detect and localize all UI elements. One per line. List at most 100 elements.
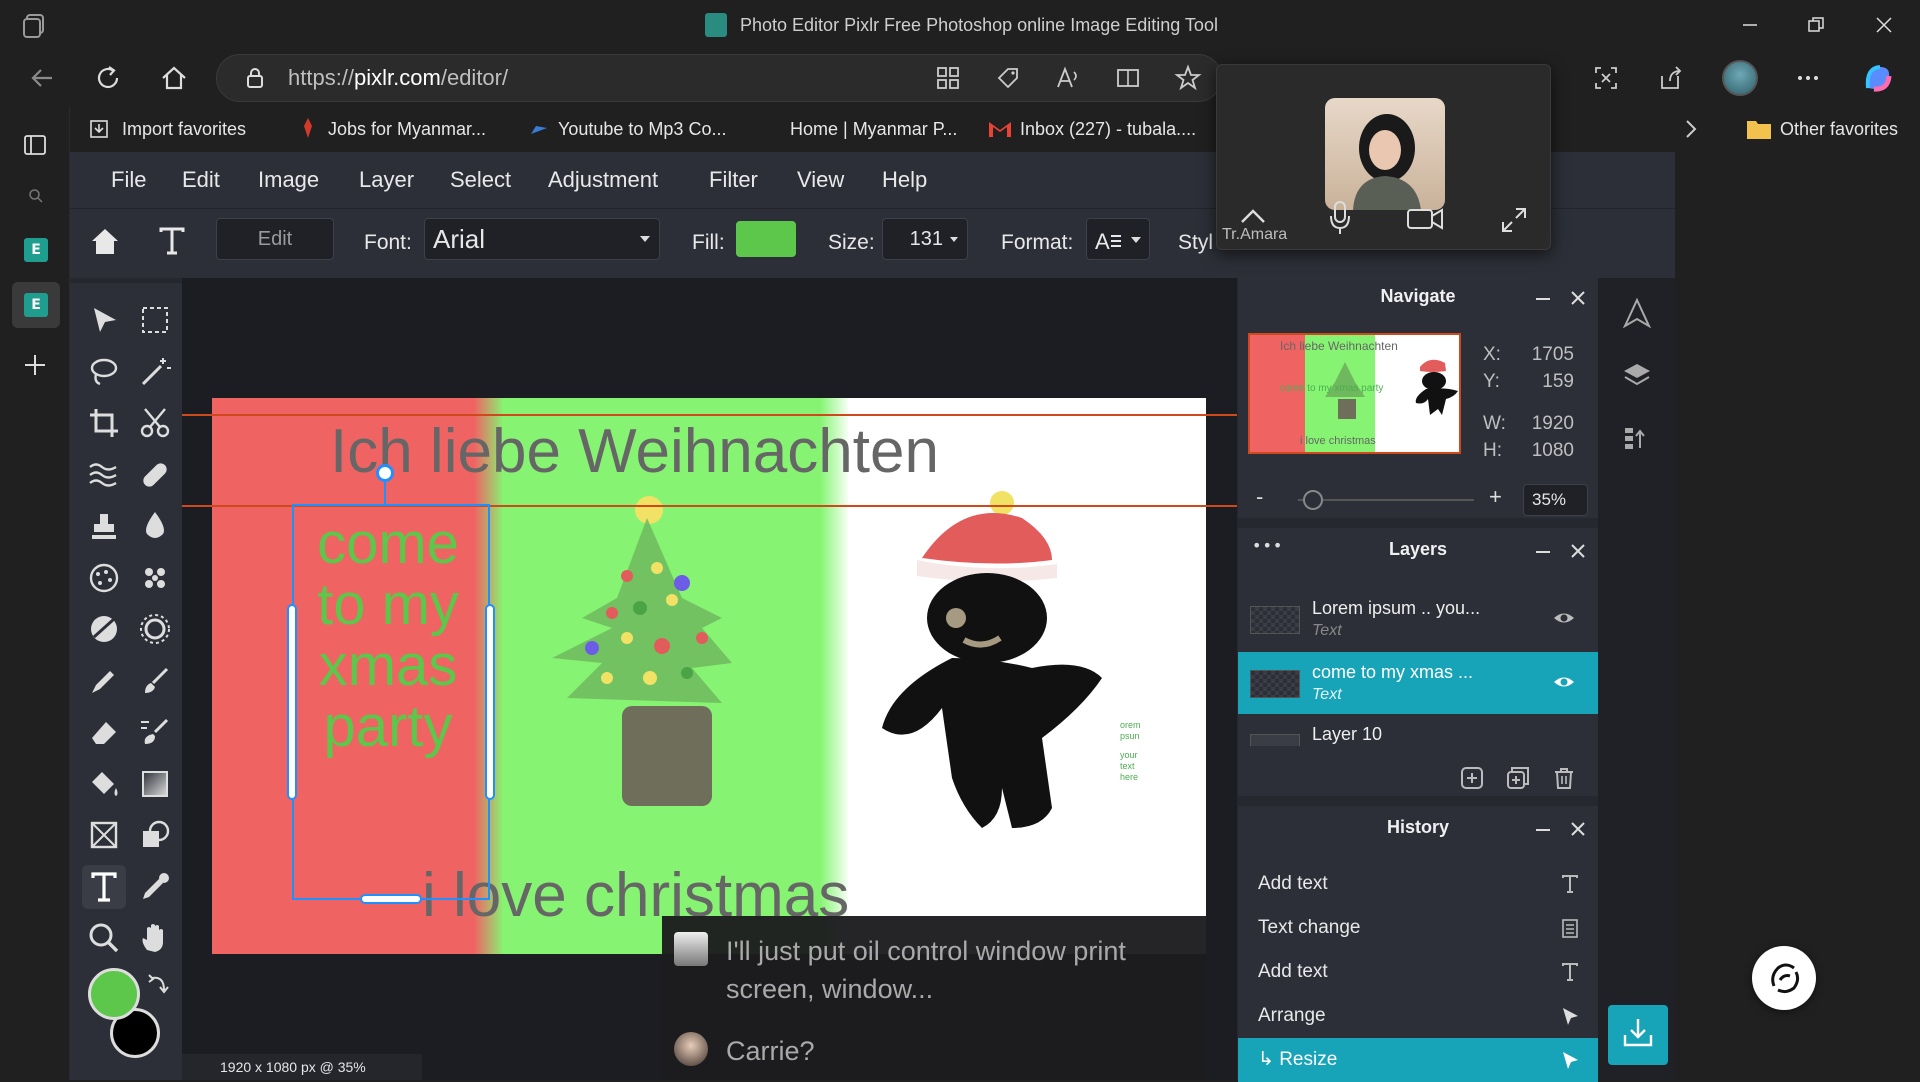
font-select[interactable]: Arial <box>424 218 660 260</box>
more-menu-icon[interactable] <box>1794 64 1822 92</box>
favorite-inbox[interactable]: Inbox (227) - tubala.... <box>1020 106 1196 152</box>
menu-file[interactable]: File <box>111 152 146 208</box>
profile-avatar[interactable] <box>1722 60 1758 96</box>
menu-image[interactable]: Image <box>258 152 319 208</box>
canvas-small-text[interactable]: orem psun your text here <box>1120 720 1141 783</box>
menu-layer[interactable]: Layer <box>359 152 414 208</box>
assistant-bubble-icon[interactable] <box>1752 946 1816 1010</box>
size-select[interactable]: 131 <box>882 218 968 260</box>
menu-edit[interactable]: Edit <box>182 152 220 208</box>
liquify-tool-icon[interactable] <box>82 453 126 497</box>
guide-line-top[interactable] <box>182 414 1237 416</box>
refresh-button[interactable] <box>92 62 124 94</box>
hand-tool-icon[interactable] <box>133 916 177 960</box>
color-picker-icon[interactable] <box>133 865 177 909</box>
history-close-icon[interactable] <box>1570 821 1586 837</box>
lock-icon[interactable] <box>243 66 267 90</box>
canvas-title-text[interactable]: Ich liebe Weihnachten <box>330 416 939 487</box>
minimize-button[interactable] <box>1740 15 1760 35</box>
color-replace-icon[interactable] <box>133 556 177 600</box>
back-button[interactable] <box>26 62 58 94</box>
format-select[interactable]: A <box>1086 218 1150 260</box>
resize-handle-bottom[interactable] <box>360 894 422 904</box>
navigate-toggle-icon[interactable] <box>1622 298 1652 328</box>
history-row[interactable]: Add text <box>1238 862 1598 906</box>
fill-bucket-icon[interactable] <box>82 762 126 806</box>
pen-tool-icon[interactable] <box>82 659 126 703</box>
smudge-tool-icon[interactable] <box>133 710 177 754</box>
share-icon[interactable] <box>1656 64 1684 92</box>
menu-filter[interactable]: Filter <box>709 152 758 208</box>
camera-icon[interactable] <box>1406 206 1444 232</box>
placeholder-tool-icon[interactable] <box>82 813 126 857</box>
arrange-tool-icon[interactable] <box>82 298 126 342</box>
tab-panel-icon[interactable] <box>22 132 48 158</box>
resize-handle-left[interactable] <box>287 604 297 800</box>
delete-layer-icon[interactable] <box>1552 766 1576 790</box>
swap-colors-icon[interactable] <box>146 972 170 996</box>
copilot-icon[interactable] <box>1862 62 1894 94</box>
zoom-tool-icon[interactable] <box>82 916 126 960</box>
dodge-burn-icon[interactable] <box>82 607 126 651</box>
clone-stamp-icon[interactable] <box>82 504 126 548</box>
duplicate-layer-icon[interactable] <box>1506 766 1530 790</box>
microphone-icon[interactable] <box>1328 200 1352 236</box>
layers-minimize-icon[interactable] <box>1536 551 1550 553</box>
history-row-selected[interactable]: ↳ Resize <box>1238 1038 1598 1082</box>
brush-tool-icon[interactable] <box>133 659 177 703</box>
collapse-call-icon[interactable] <box>1238 206 1268 226</box>
favorite-youtube[interactable]: Youtube to Mp3 Co... <box>558 106 726 152</box>
text-tool-icon[interactable] <box>82 864 126 909</box>
immersive-reader-icon[interactable] <box>1114 64 1142 92</box>
menu-view[interactable]: View <box>797 152 844 208</box>
navigate-close-icon[interactable] <box>1570 290 1586 306</box>
history-row[interactable]: Text change <box>1238 906 1598 950</box>
eye-icon[interactable] <box>1552 673 1576 691</box>
history-row[interactable]: Arrange <box>1238 994 1598 1038</box>
zoom-input[interactable]: 35% <box>1523 484 1588 516</box>
tab-pixlr-icon[interactable]: E <box>24 238 48 262</box>
layer-row-selected[interactable]: come to my xmas ... Text <box>1238 652 1598 714</box>
fill-color-swatch[interactable] <box>736 221 796 257</box>
eye-icon[interactable] <box>1552 609 1576 627</box>
read-aloud-icon[interactable] <box>1054 64 1082 92</box>
heal-tool-icon[interactable] <box>133 453 177 497</box>
shape-tool-icon[interactable] <box>133 813 177 857</box>
save-button[interactable] <box>1608 1005 1668 1065</box>
screenshot-icon[interactable] <box>1592 64 1620 92</box>
zoom-slider-knob[interactable] <box>1302 490 1323 510</box>
menu-adjustment[interactable]: Adjustment <box>548 152 658 208</box>
lasso-tool-icon[interactable] <box>82 350 126 394</box>
blur-tool-icon[interactable] <box>133 504 177 548</box>
edit-text-button[interactable]: Edit <box>216 218 334 260</box>
zoom-out-button[interactable]: - <box>1256 484 1263 510</box>
resize-handle-right[interactable] <box>485 604 495 800</box>
favorite-import[interactable]: Import favorites <box>122 106 246 152</box>
home-icon[interactable] <box>88 224 122 258</box>
gradient-tool-icon[interactable] <box>133 762 177 806</box>
text-selection-box[interactable] <box>292 504 490 900</box>
home-button[interactable] <box>158 62 190 94</box>
favorite-star-icon[interactable] <box>1174 64 1202 92</box>
chevron-right-icon[interactable] <box>1680 116 1702 142</box>
restore-button[interactable] <box>1806 15 1826 35</box>
new-tab-icon[interactable] <box>22 352 48 378</box>
search-tabs-icon[interactable] <box>28 188 44 204</box>
layer-row[interactable]: Lorem ipsum .. you... Text <box>1238 588 1598 650</box>
sharpen-tool-icon[interactable] <box>133 607 177 651</box>
favorite-jobs[interactable]: Jobs for Myanmar... <box>328 106 486 152</box>
navigator-thumbnail[interactable]: Ich liebe Weihnachten come to my xmas pa… <box>1248 333 1461 454</box>
url-text[interactable]: https://pixlr.com/editor/ <box>288 54 508 102</box>
layer-row[interactable]: Layer 10 <box>1238 716 1598 746</box>
layers-close-icon[interactable] <box>1570 543 1586 559</box>
other-favorites[interactable]: Other favorites <box>1780 106 1898 152</box>
sponge-tool-icon[interactable] <box>82 556 126 600</box>
marquee-tool-icon[interactable] <box>133 298 177 342</box>
layers-toggle-icon[interactable] <box>1622 360 1652 390</box>
zoom-in-button[interactable]: + <box>1489 484 1502 510</box>
tag-icon[interactable] <box>994 64 1022 92</box>
eraser-tool-icon[interactable] <box>82 710 126 754</box>
menu-help[interactable]: Help <box>882 152 927 208</box>
menu-select[interactable]: Select <box>450 152 511 208</box>
add-layer-icon[interactable] <box>1460 766 1484 790</box>
